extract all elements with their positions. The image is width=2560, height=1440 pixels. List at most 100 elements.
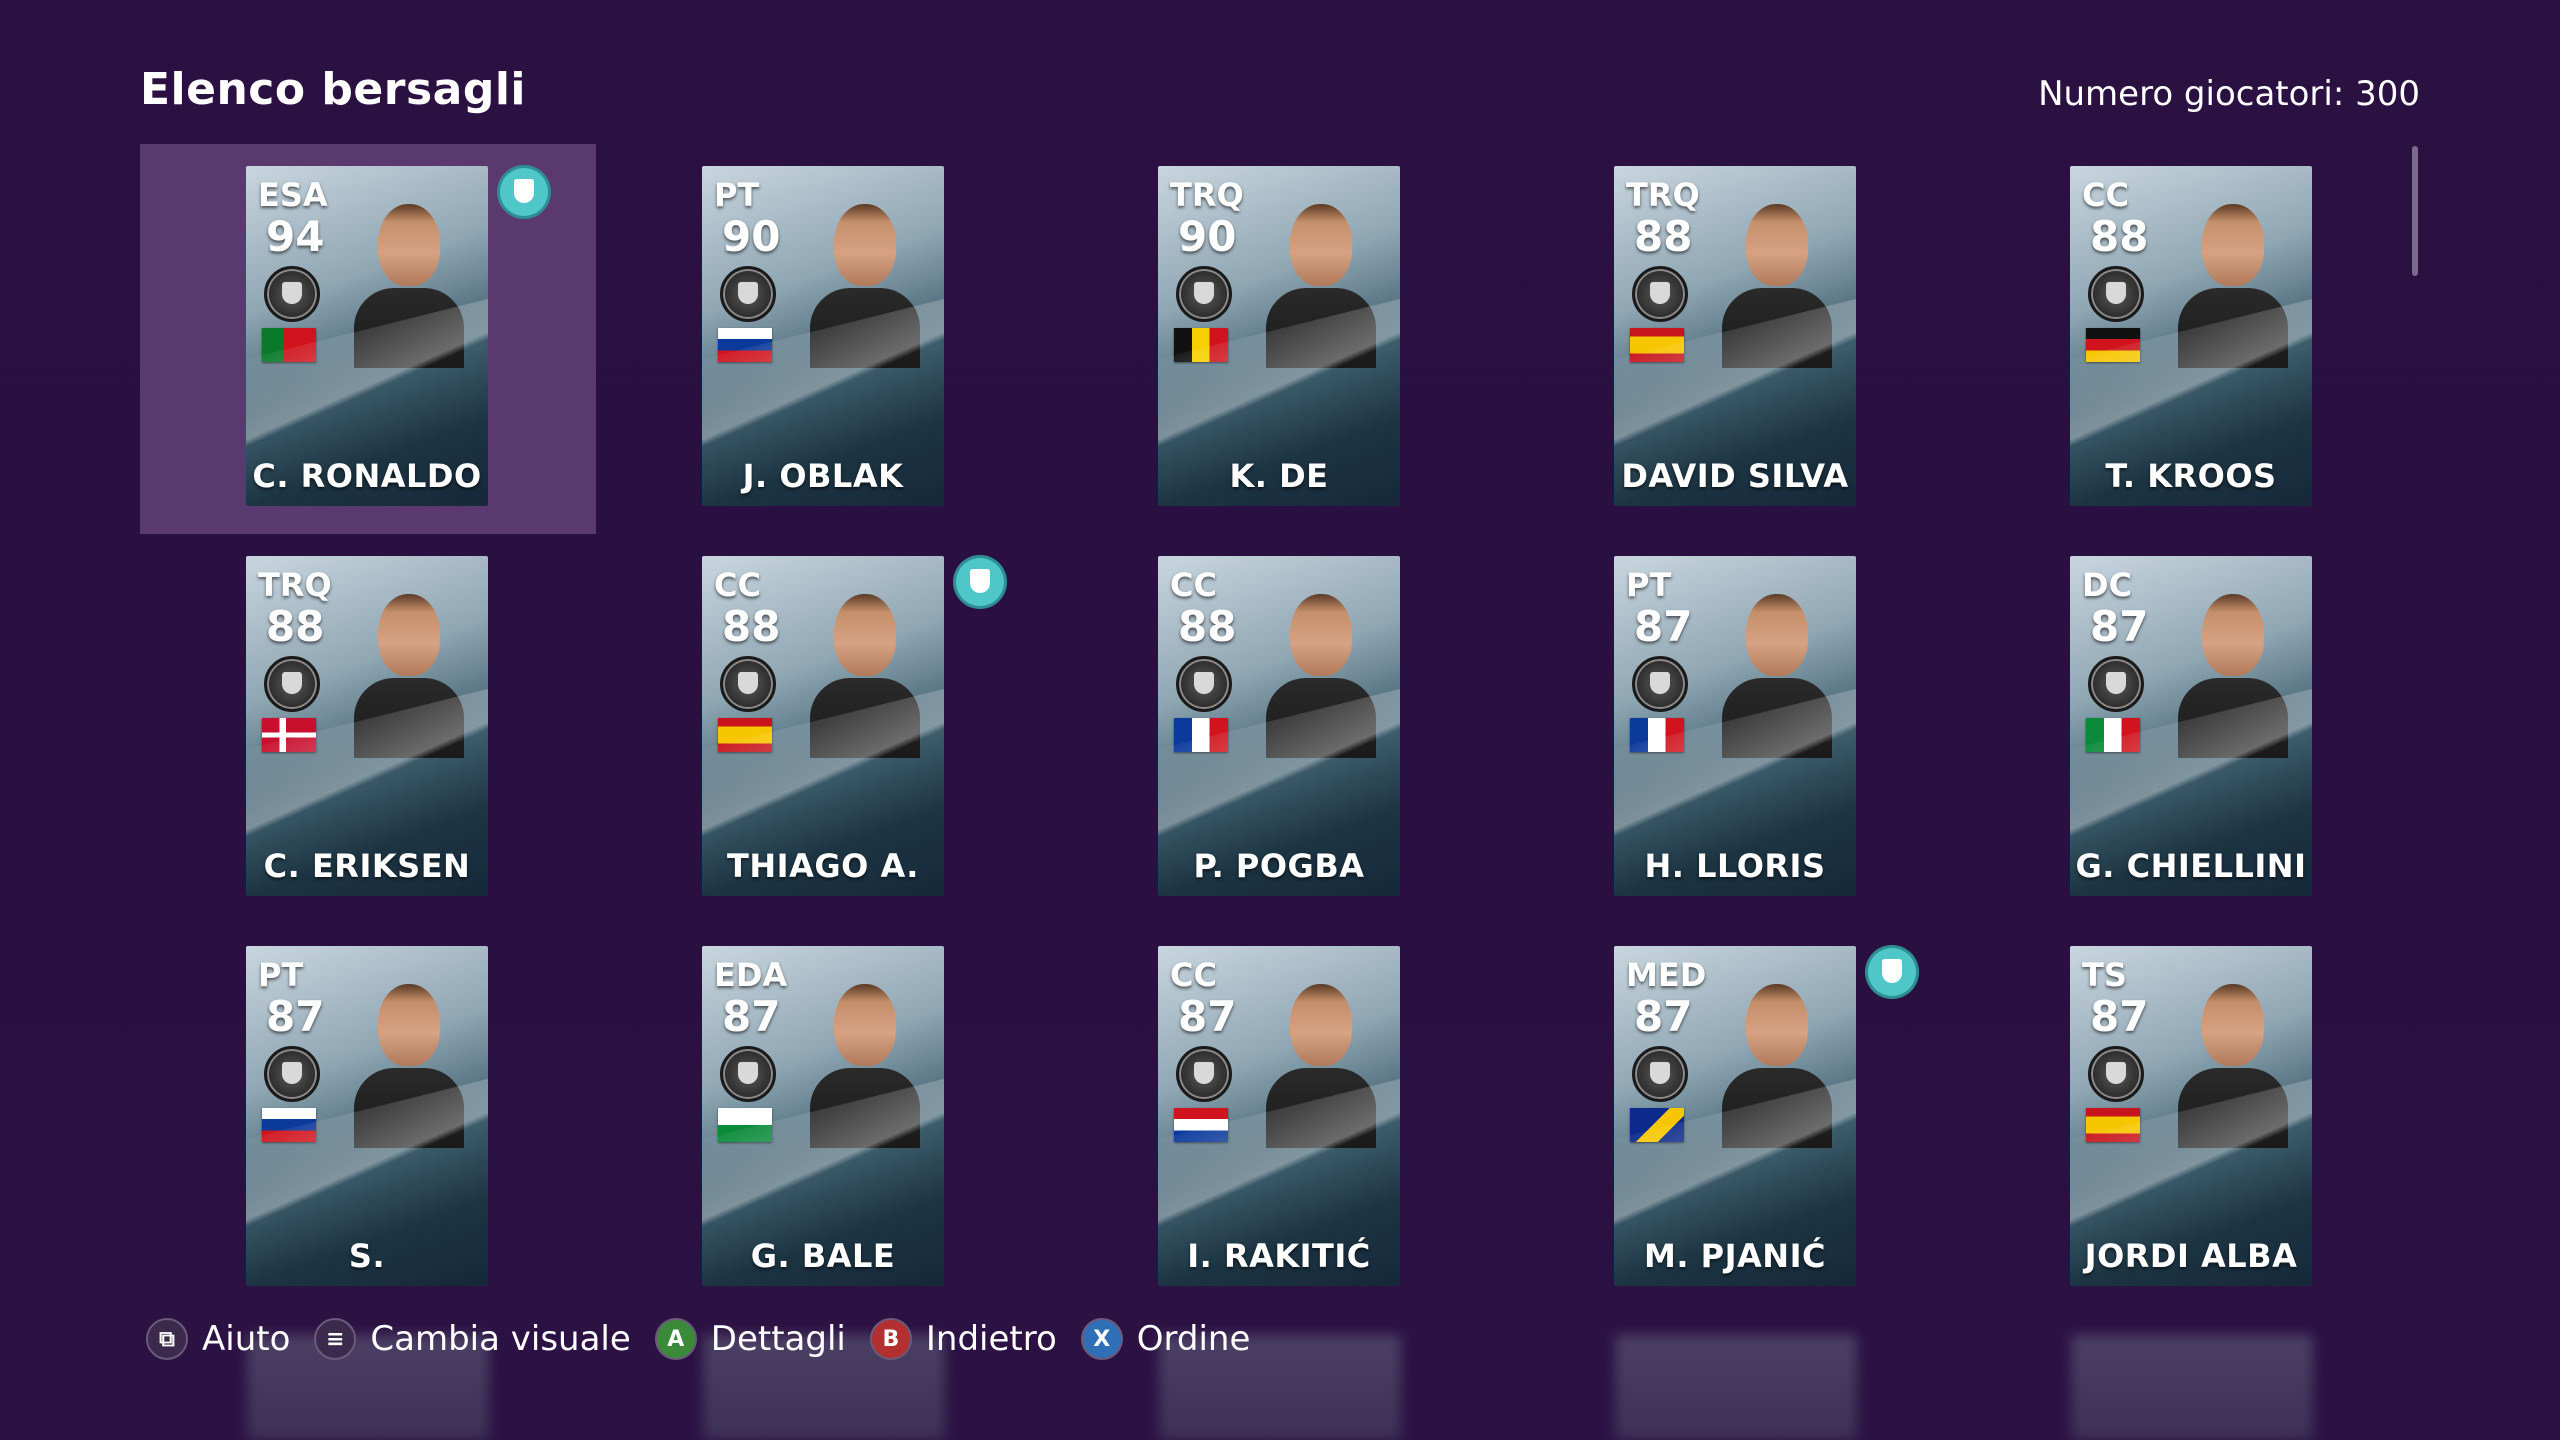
- button-hint[interactable]: A Dettagli: [654, 1318, 846, 1360]
- team-badge-icon: [2088, 1046, 2144, 1102]
- nationality-flag-icon: [1174, 328, 1228, 362]
- player-portrait: [1722, 976, 1832, 1148]
- player-card[interactable]: TRQ 88 DAVID SILVA: [1614, 166, 1856, 506]
- player-rating: 88: [1178, 602, 1237, 651]
- player-card-cell[interactable]: EDA 87 G. BALE: [596, 924, 1052, 1314]
- nationality-flag-icon: [2086, 328, 2140, 362]
- player-card[interactable]: TRQ 88 C. ERIKSEN: [246, 556, 488, 896]
- button-hint[interactable]: B Indietro: [869, 1318, 1057, 1360]
- team-badge-icon: [720, 266, 776, 322]
- player-name: I. RAKITIĆ: [1187, 1237, 1371, 1275]
- player-card-cell[interactable]: CC 88 T. KROOS: [1964, 144, 2420, 534]
- player-portrait: [1722, 196, 1832, 368]
- player-card-cell[interactable]: TRQ90 K. DE BRUYNE: [1052, 144, 1508, 534]
- nationality-flag-icon: [718, 328, 772, 362]
- x-button-icon: X: [1080, 1318, 1123, 1360]
- player-name: P. POGBA: [1193, 847, 1365, 885]
- player-card[interactable]: CC 88 THIAGO A.: [702, 556, 944, 896]
- shield-icon: [956, 558, 1004, 606]
- player-card[interactable]: CC 87 I. RAKITIĆ: [1158, 946, 1400, 1286]
- player-rating: 87: [1634, 992, 1693, 1041]
- nationality-flag-icon: [2086, 1108, 2140, 1142]
- player-card-cell[interactable]: PT87 S. HANDANOVIČ: [140, 924, 596, 1314]
- player-grid: ESA94C. RONALDO PT90J. OBLAK TRQ90K. DE BR…: [0, 0, 2560, 1440]
- nationality-flag-icon: [1174, 718, 1228, 752]
- team-badge-icon: [1176, 266, 1232, 322]
- player-rating: 87: [722, 992, 781, 1041]
- player-card-cell[interactable]: MED 87 M. PJANIĆ: [1508, 924, 1964, 1314]
- player-name: G. BALE: [750, 1237, 896, 1275]
- player-portrait: [810, 976, 920, 1148]
- player-position: TRQ: [258, 566, 332, 604]
- button-hint[interactable]: ≡ Cambia visuale: [314, 1318, 631, 1360]
- player-name: THIAGO A.: [727, 847, 919, 885]
- player-card-cell[interactable]: PT 87 H. LLORIS: [1508, 534, 1964, 924]
- player-card-cell[interactable]: DC 87 G. CHIELLINI: [1964, 534, 2420, 924]
- player-name: S. HANDANOVIČ: [348, 1237, 386, 1275]
- player-position: CC: [1170, 566, 1217, 604]
- player-rating: 87: [1178, 992, 1237, 1041]
- player-card[interactable]: ESA 94 C. RONALDO: [246, 166, 488, 506]
- player-card-cell[interactable]: CC 88 THIAGO A.: [596, 534, 1052, 924]
- player-portrait: [2178, 976, 2288, 1148]
- player-card-cell[interactable]: TRQ 88 C. ERIKSEN: [140, 534, 596, 924]
- player-card[interactable]: EDA 87 G. BALE: [702, 946, 944, 1286]
- player-card-cell[interactable]: TRQ 88 DAVID SILVA: [1508, 144, 1964, 534]
- player-rating: 87: [2090, 602, 2149, 651]
- scrollbar[interactable]: [2412, 146, 2418, 276]
- player-card-cell[interactable]: ESA 94 C. RONALDO: [140, 144, 596, 534]
- player-portrait: [1722, 586, 1832, 758]
- player-portrait: [1266, 976, 1376, 1148]
- button-hints-bar: ⧉ Aiuto ≡ Cambia visuale A Dettagli B Indietro X…: [146, 1318, 1250, 1360]
- team-badge-icon: [264, 656, 320, 712]
- player-card[interactable]: CC 88 T. KROOS: [2070, 166, 2312, 506]
- button-hint[interactable]: ⧉ Aiuto: [146, 1318, 290, 1360]
- player-name: C. ERIKSEN: [263, 847, 471, 885]
- player-card[interactable]: CC 88 P. POGBA: [1158, 556, 1400, 896]
- nationality-flag-icon: [262, 718, 316, 752]
- player-name: J. OBLAK: [742, 457, 904, 495]
- player-name: H. LLORIS: [1644, 847, 1826, 885]
- player-position: CC: [2082, 176, 2129, 214]
- player-name: C. RONALDO: [252, 457, 482, 495]
- player-card[interactable]: TRQ90 K. DE BRUYNE: [1158, 166, 1400, 506]
- team-badge-icon: [720, 1046, 776, 1102]
- button-hint[interactable]: X Ordine: [1080, 1318, 1250, 1360]
- player-rating: 87: [2090, 992, 2149, 1041]
- player-card[interactable]: DC 87 G. CHIELLINI: [2070, 556, 2312, 896]
- nationality-flag-icon: [1630, 1108, 1684, 1142]
- player-position: MED: [1626, 956, 1707, 994]
- player-card[interactable]: TS 87 JORDI ALBA: [2070, 946, 2312, 1286]
- player-portrait: [1266, 196, 1376, 368]
- player-name: T. KROOS: [2105, 457, 2277, 495]
- menu-button-icon: ≡: [314, 1318, 357, 1360]
- player-position: PT: [258, 956, 304, 994]
- player-card[interactable]: PT 87 H. LLORIS: [1614, 556, 1856, 896]
- nationality-flag-icon: [262, 1108, 316, 1142]
- player-card[interactable]: PT87 S. HANDANOVIČ: [246, 946, 488, 1286]
- team-badge-icon: [2088, 656, 2144, 712]
- player-card[interactable]: MED 87 M. PJANIĆ: [1614, 946, 1856, 1286]
- player-card-cell[interactable]: PT 90 J. OBLAK: [596, 144, 1052, 534]
- player-position: ESA: [258, 176, 328, 214]
- shield-icon: [500, 168, 548, 216]
- player-position: DC: [2082, 566, 2133, 604]
- player-card-cell[interactable]: CC 88 P. POGBA: [1052, 534, 1508, 924]
- player-card-cell[interactable]: TS 87 JORDI ALBA: [1964, 924, 2420, 1314]
- player-card[interactable]: PT 90 J. OBLAK: [702, 166, 944, 506]
- partial-card: [1615, 1335, 1857, 1440]
- team-badge-icon: [264, 266, 320, 322]
- help-button-icon: ⧉: [146, 1318, 188, 1360]
- player-name: DAVID SILVA: [1621, 457, 1849, 495]
- player-portrait: [354, 196, 464, 368]
- player-card-cell[interactable]: CC 87 I. RAKITIĆ: [1052, 924, 1508, 1314]
- nationality-flag-icon: [262, 328, 316, 362]
- player-position: EDA: [714, 956, 788, 994]
- player-position: CC: [714, 566, 761, 604]
- player-portrait: [810, 586, 920, 758]
- team-badge-icon: [720, 656, 776, 712]
- nationality-flag-icon: [1174, 1108, 1228, 1142]
- player-position: PT: [1626, 566, 1672, 604]
- nationality-flag-icon: [1630, 718, 1684, 752]
- button-hint-label: Dettagli: [710, 1319, 846, 1359]
